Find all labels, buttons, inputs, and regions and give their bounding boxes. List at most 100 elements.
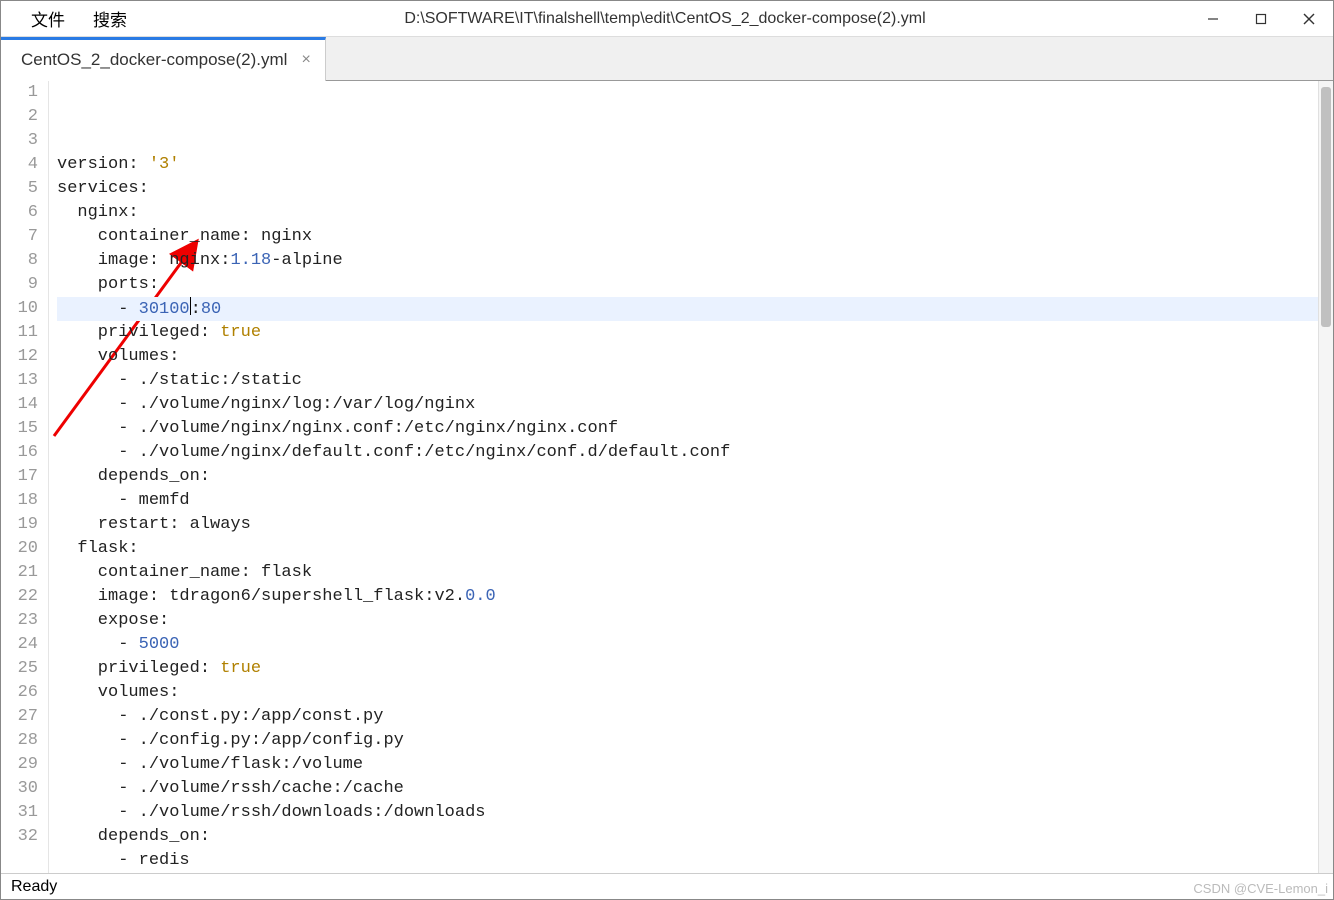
code-line[interactable]: restart: always (57, 513, 1318, 537)
code-line[interactable]: - ./volume/nginx/nginx.conf:/etc/nginx/n… (57, 417, 1318, 441)
editor-area: 1234567891011121314151617181920212223242… (1, 81, 1333, 873)
line-number: 32 (1, 825, 38, 849)
code-line[interactable]: depends_on: (57, 465, 1318, 489)
line-number: 30 (1, 777, 38, 801)
code-line[interactable]: version: '3' (57, 153, 1318, 177)
code-line[interactable]: flask: (57, 537, 1318, 561)
line-number: 9 (1, 273, 38, 297)
code-line[interactable]: volumes: (57, 681, 1318, 705)
tab-active[interactable]: CentOS_2_docker-compose(2).yml × (1, 37, 326, 81)
code-editor[interactable]: 1234567891011121314151617181920212223242… (1, 81, 1318, 873)
line-number-gutter: 1234567891011121314151617181920212223242… (1, 81, 49, 873)
code-token: ports: (57, 275, 159, 294)
menu-file[interactable]: 文件 (17, 0, 79, 37)
line-number: 10 (1, 297, 38, 321)
window-title: D:\SOFTWARE\IT\finalshell\temp\edit\Cent… (141, 10, 1189, 28)
code-token: nginx: (57, 203, 139, 222)
code-token: depends_on: (57, 827, 210, 846)
code-line[interactable]: - memfd (57, 489, 1318, 513)
line-number: 7 (1, 225, 38, 249)
line-number: 29 (1, 753, 38, 777)
code-line[interactable]: privileged: true (57, 657, 1318, 681)
code-token: restart: always (57, 515, 251, 534)
code-line[interactable]: - 5000 (57, 633, 1318, 657)
code-token: volumes: (57, 347, 179, 366)
code-token: - ./volume/nginx/log:/var/log/nginx (57, 395, 475, 414)
line-number: 3 (1, 129, 38, 153)
code-token: - (57, 300, 139, 319)
line-number: 8 (1, 249, 38, 273)
code-line[interactable]: volumes: (57, 345, 1318, 369)
line-number: 18 (1, 489, 38, 513)
code-token: container_name: nginx (57, 227, 312, 246)
code-line[interactable]: image: nginx:1.18-alpine (57, 249, 1318, 273)
code-token: - ./volume/nginx/default.conf:/etc/nginx… (57, 443, 730, 462)
titlebar: 文件 搜索 D:\SOFTWARE\IT\finalshell\temp\edi… (1, 1, 1333, 37)
code-line[interactable]: - ./config.py:/app/config.py (57, 729, 1318, 753)
code-line[interactable]: nginx: (57, 201, 1318, 225)
menu-search[interactable]: 搜索 (79, 0, 141, 37)
tab-label: CentOS_2_docker-compose(2).yml (21, 50, 287, 70)
code-line[interactable]: - ./const.py:/app/const.py (57, 705, 1318, 729)
line-number: 26 (1, 681, 38, 705)
code-token: version: (57, 155, 149, 174)
code-content[interactable]: version: '3'services: nginx: container_n… (49, 81, 1318, 873)
code-token: - ./const.py:/app/const.py (57, 707, 383, 726)
code-line[interactable]: - ./volume/rssh/downloads:/downloads (57, 801, 1318, 825)
code-token: image: tdragon6/supershell_flask:v2. (57, 587, 465, 606)
code-line[interactable]: ports: (57, 273, 1318, 297)
line-number: 23 (1, 609, 38, 633)
code-line[interactable]: privileged: true (57, 321, 1318, 345)
window-controls (1189, 1, 1333, 37)
code-token: privileged: (57, 659, 220, 678)
line-number: 24 (1, 633, 38, 657)
code-line[interactable]: - ./volume/flask:/volume (57, 753, 1318, 777)
code-line[interactable]: - ./volume/rssh/cache:/cache (57, 777, 1318, 801)
code-token: container_name: flask (57, 563, 312, 582)
code-token: - ./config.py:/app/config.py (57, 731, 404, 750)
code-token: depends_on: (57, 467, 210, 486)
code-token: '3' (149, 155, 180, 174)
line-number: 2 (1, 105, 38, 129)
tab-bar: CentOS_2_docker-compose(2).yml × (1, 37, 1333, 81)
line-number: 14 (1, 393, 38, 417)
code-token: - ./volume/flask:/volume (57, 755, 363, 774)
code-line[interactable]: container_name: flask (57, 561, 1318, 585)
code-line[interactable]: image: tdragon6/supershell_flask:v2.0.0 (57, 585, 1318, 609)
line-number: 21 (1, 561, 38, 585)
code-line[interactable]: expose: (57, 609, 1318, 633)
line-number: 25 (1, 657, 38, 681)
line-number: 12 (1, 345, 38, 369)
minimize-button[interactable] (1189, 1, 1237, 37)
code-token: 0.0 (465, 587, 496, 606)
code-line[interactable]: depends_on: (57, 825, 1318, 849)
code-token: privileged: (57, 323, 220, 342)
code-line[interactable]: - redis (57, 849, 1318, 873)
tab-close-icon[interactable]: × (301, 51, 310, 69)
scrollbar-thumb[interactable] (1321, 87, 1331, 327)
code-line[interactable]: - ./volume/nginx/default.conf:/etc/nginx… (57, 441, 1318, 465)
code-token: expose: (57, 611, 169, 630)
line-number: 5 (1, 177, 38, 201)
code-line[interactable]: services: (57, 177, 1318, 201)
line-number: 27 (1, 705, 38, 729)
code-token: flask: (57, 539, 139, 558)
code-token: : (191, 300, 201, 319)
maximize-icon (1254, 12, 1268, 26)
code-line[interactable]: - ./static:/static (57, 369, 1318, 393)
code-token: - ./volume/rssh/cache:/cache (57, 779, 404, 798)
line-number: 17 (1, 465, 38, 489)
line-number: 20 (1, 537, 38, 561)
line-number: 16 (1, 441, 38, 465)
line-number: 19 (1, 513, 38, 537)
code-line[interactable]: container_name: nginx (57, 225, 1318, 249)
line-number: 28 (1, 729, 38, 753)
watermark-text: CSDN @CVE-Lemon_i (1193, 881, 1328, 896)
line-number: 4 (1, 153, 38, 177)
code-line[interactable]: - ./volume/nginx/log:/var/log/nginx (57, 393, 1318, 417)
maximize-button[interactable] (1237, 1, 1285, 37)
scrollbar-vertical[interactable] (1318, 81, 1333, 873)
code-line[interactable]: - 30100:80 (57, 297, 1318, 321)
close-icon (1302, 12, 1316, 26)
close-button[interactable] (1285, 1, 1333, 37)
